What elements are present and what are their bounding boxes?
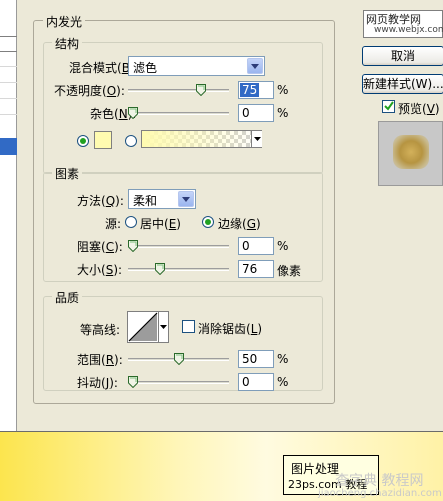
preview-glow-shape — [393, 135, 429, 169]
slider-thumb-icon[interactable] — [155, 263, 166, 275]
jitter-unit: % — [277, 375, 289, 389]
style-list-divider — [0, 82, 17, 83]
preview-label[interactable]: 预览(V) — [398, 100, 440, 117]
choke-slider[interactable] — [128, 240, 229, 252]
technique-select[interactable]: 柔和 — [128, 189, 196, 209]
chevron-down-icon — [247, 58, 263, 74]
inner-glow-panel: 内发光 结构 混合模式(B): 滤色 不透明度(O): 75 % 杂色(N): … — [33, 13, 335, 404]
noise-unit: % — [277, 106, 289, 120]
chevron-down-icon — [254, 137, 261, 141]
preview-checkbox[interactable] — [382, 100, 395, 113]
style-list-strip — [0, 0, 17, 432]
quality-title: 品质 — [52, 289, 83, 306]
opacity-slider[interactable] — [128, 84, 229, 96]
antialias-label[interactable]: 消除锯齿(L) — [198, 320, 262, 337]
range-unit: % — [277, 352, 289, 366]
opacity-unit: % — [277, 83, 289, 97]
jitter-input[interactable]: 0 — [238, 373, 274, 391]
contour-dropdown-button[interactable] — [158, 312, 168, 342]
size-input[interactable]: 76 — [238, 260, 274, 278]
slider-thumb-icon[interactable] — [128, 107, 138, 119]
cancel-button[interactable]: 取消 — [362, 46, 443, 66]
style-list-selected-item[interactable] — [0, 138, 17, 155]
gradient-swatch[interactable] — [141, 130, 262, 148]
quality-group: 品质 等高线: 消除锯齿(L) 范围(R): 50 % 抖动(J): 0 % — [43, 289, 323, 391]
slider-thumb-icon[interactable] — [196, 84, 207, 96]
choke-label: 阻塞(C): — [77, 240, 123, 254]
size-label: 大小(S): — [77, 263, 123, 277]
new-style-button[interactable]: 新建样式(W)... — [362, 74, 443, 94]
panel-title: 内发光 — [43, 13, 86, 30]
watermark-site-bottom: 查字典 教程网 — [335, 473, 424, 489]
source-center-label[interactable]: 居中(E) — [140, 215, 181, 232]
choke-input[interactable]: 0 — [238, 237, 274, 255]
gradient-radio[interactable] — [125, 135, 137, 147]
source-label: 源: — [105, 217, 122, 231]
technique-label: 方法(Q): — [77, 194, 124, 208]
style-list-divider — [0, 114, 17, 115]
style-preview-thumbnail — [378, 121, 443, 186]
source-center-radio[interactable] — [125, 216, 137, 228]
source-edge-radio[interactable] — [202, 216, 214, 228]
watermark-url-bottom: jiaocheng.chazidian.com — [318, 488, 442, 499]
watermark-url: www.webjx.com — [374, 25, 443, 35]
tooltip-line1: 图片处理 — [291, 462, 340, 476]
slider-thumb-icon[interactable] — [128, 376, 138, 388]
glow-color-swatch[interactable] — [94, 131, 112, 149]
noise-slider[interactable] — [128, 107, 229, 119]
chevron-down-icon — [160, 325, 167, 329]
blend-mode-value: 滤色 — [133, 61, 158, 75]
solid-color-radio[interactable] — [77, 135, 89, 147]
range-slider[interactable] — [128, 353, 229, 365]
range-input[interactable]: 50 — [238, 350, 274, 368]
style-list-header — [0, 36, 17, 52]
source-edge-label[interactable]: 边缘(G) — [218, 215, 261, 232]
slider-thumb-icon[interactable] — [128, 240, 138, 252]
jitter-label: 抖动(J): — [77, 376, 118, 390]
jitter-slider[interactable] — [128, 376, 229, 388]
size-unit: 像素 — [277, 264, 302, 278]
contour-picker[interactable] — [127, 311, 169, 343]
ok-button-obscured[interactable]: 网页教学网 www.webjx.com — [363, 10, 443, 38]
technique-value: 柔和 — [133, 194, 158, 208]
range-label: 范围(R): — [77, 353, 123, 367]
choke-unit: % — [277, 239, 289, 253]
chevron-down-icon — [178, 191, 194, 207]
gradient-picker-button[interactable] — [251, 131, 262, 147]
contour-label: 等高线: — [80, 323, 121, 337]
elements-group: 图素 方法(Q): 柔和 源: 居中(E) 边缘(G) 阻塞(C): 0 % 大… — [43, 165, 323, 282]
elements-title: 图素 — [52, 165, 83, 182]
style-list-divider — [0, 66, 17, 67]
noise-input[interactable]: 0 — [238, 104, 274, 122]
size-slider[interactable] — [128, 263, 229, 275]
structure-title: 结构 — [52, 35, 83, 52]
opacity-input[interactable]: 75 — [238, 81, 274, 99]
antialias-checkbox[interactable] — [182, 320, 195, 333]
style-list-divider — [0, 98, 17, 99]
blend-mode-select[interactable]: 滤色 — [128, 56, 265, 76]
slider-thumb-icon[interactable] — [173, 353, 184, 365]
opacity-label: 不透明度(O): — [54, 84, 125, 98]
contour-curve-icon — [128, 312, 158, 342]
checkmark-icon — [384, 101, 394, 111]
structure-group: 结构 混合模式(B): 滤色 不透明度(O): 75 % 杂色(N): 0 % — [43, 35, 323, 174]
